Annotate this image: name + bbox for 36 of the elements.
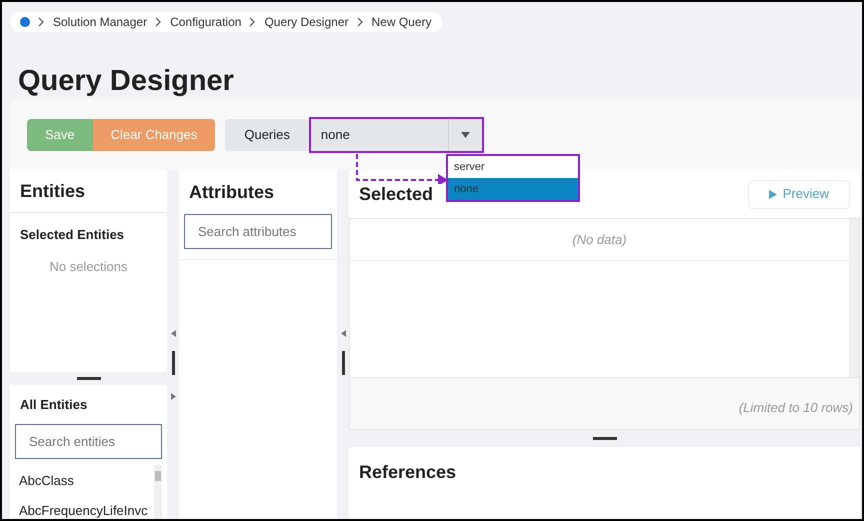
scrollbar[interactable] [849, 219, 859, 377]
expand-right-icon[interactable] [170, 393, 176, 400]
chevron-icon [155, 17, 162, 27]
search-entities-field[interactable]: Search entities [15, 424, 162, 459]
selected-entities-title: Selected Entities [20, 226, 126, 244]
play-icon [768, 190, 777, 198]
splitter-handle[interactable] [342, 351, 344, 375]
breadcrumb-link[interactable]: Configuration [170, 13, 242, 31]
search-attributes-field[interactable]: Search attributes [184, 214, 332, 249]
queries-select[interactable]: none [308, 116, 484, 152]
row-limit-note: (Limited to 10 rows) [738, 398, 853, 417]
splitter-handle[interactable] [172, 351, 174, 375]
dropdown-caret-icon [460, 132, 470, 138]
splitter-handle[interactable] [76, 376, 100, 380]
attributes-title: Attributes [189, 180, 274, 204]
chevron-icon [38, 17, 45, 27]
home-icon[interactable] [20, 17, 30, 27]
breadcrumb-link[interactable]: Query Designer [264, 13, 348, 31]
collapse-left-icon[interactable] [340, 330, 346, 337]
page-title: Query Designer [18, 64, 235, 99]
all-entities-title: All Entities [19, 396, 88, 414]
entity-list-item[interactable]: AbcClass [19, 471, 154, 490]
breadcrumb-link[interactable]: Solution Manager [53, 13, 148, 31]
collapse-left-icon[interactable] [170, 330, 176, 337]
chevron-icon [356, 17, 364, 27]
splitter-handle[interactable] [592, 437, 616, 440]
references-title: References [359, 462, 456, 482]
no-data-message: (No data) [572, 230, 627, 249]
selected-attributes-title: Selected [359, 182, 434, 206]
entity-list-item[interactable]: AbcFrequencyLifeInvc [19, 500, 154, 519]
scrollbar[interactable] [154, 465, 162, 519]
empty-message: No selections [48, 258, 129, 276]
entities-title: Entities [20, 180, 86, 203]
queries-label: Queries [243, 126, 291, 144]
breadcrumb-link[interactable]: New Query [372, 13, 432, 31]
chevron-icon [249, 17, 256, 27]
